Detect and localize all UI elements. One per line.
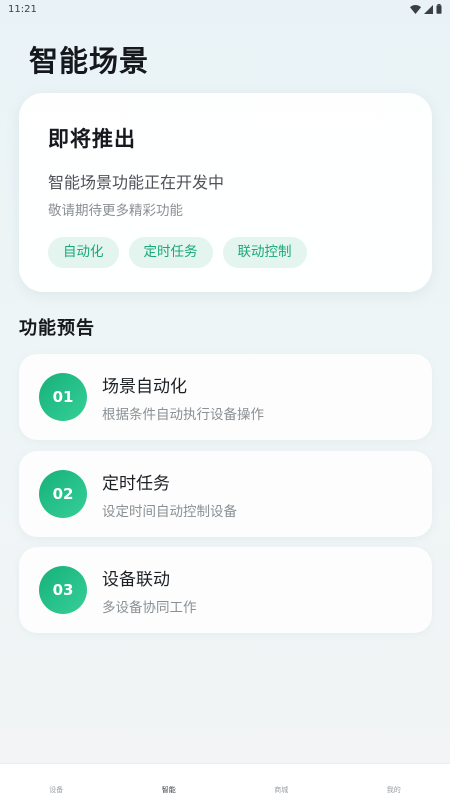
feature-card-device-linkage: 03 设备联动 多设备协同工作 [19,547,432,633]
coming-soon-subtitle: 智能场景功能正在开发中 [48,173,225,192]
number-badge: 03 [39,566,87,614]
feature-title: 设备联动 [102,569,170,590]
tag-automation: 自动化 [48,237,119,268]
feature-description: 设定时间自动控制设备 [102,503,237,520]
coming-soon-card: 即将推出 智能场景功能正在开发中 敬请期待更多精彩功能 自动化 定时任务 联动控… [19,93,432,292]
signal-icon [424,4,433,14]
feature-description: 多设备协同工作 [102,599,197,616]
coming-soon-note: 敬请期待更多精彩功能 [48,203,183,219]
nav-item-profile[interactable]: 我的 [338,764,450,800]
wifi-icon [410,4,421,14]
feature-card-scheduled-task: 02 定时任务 设定时间自动控制设备 [19,451,432,537]
feature-description: 根据条件自动执行设备操作 [102,406,264,423]
bottom-nav: 设备 智能 商城 我的 [0,763,450,800]
coming-soon-title: 即将推出 [48,127,136,151]
section-title: 功能预告 [19,318,95,339]
feature-tags: 自动化 定时任务 联动控制 [48,237,403,268]
tag-linkage-control: 联动控制 [222,237,307,268]
number-badge: 01 [39,373,87,421]
status-time: 11:21 [8,3,37,15]
nav-item-devices[interactable]: 设备 [0,764,113,800]
battery-icon [436,4,442,14]
status-bar: 11:21 [0,0,450,18]
page-title: 智能场景 [29,44,150,78]
tag-scheduled-task: 定时任务 [128,237,213,268]
nav-item-mall[interactable]: 商城 [225,764,338,800]
feature-title: 定时任务 [102,473,170,494]
status-icons [410,4,442,14]
number-badge: 02 [39,470,87,518]
feature-title: 场景自动化 [102,376,187,397]
nav-item-smart[interactable]: 智能 [113,764,226,800]
feature-card-scene-automation: 01 场景自动化 根据条件自动执行设备操作 [19,354,432,440]
